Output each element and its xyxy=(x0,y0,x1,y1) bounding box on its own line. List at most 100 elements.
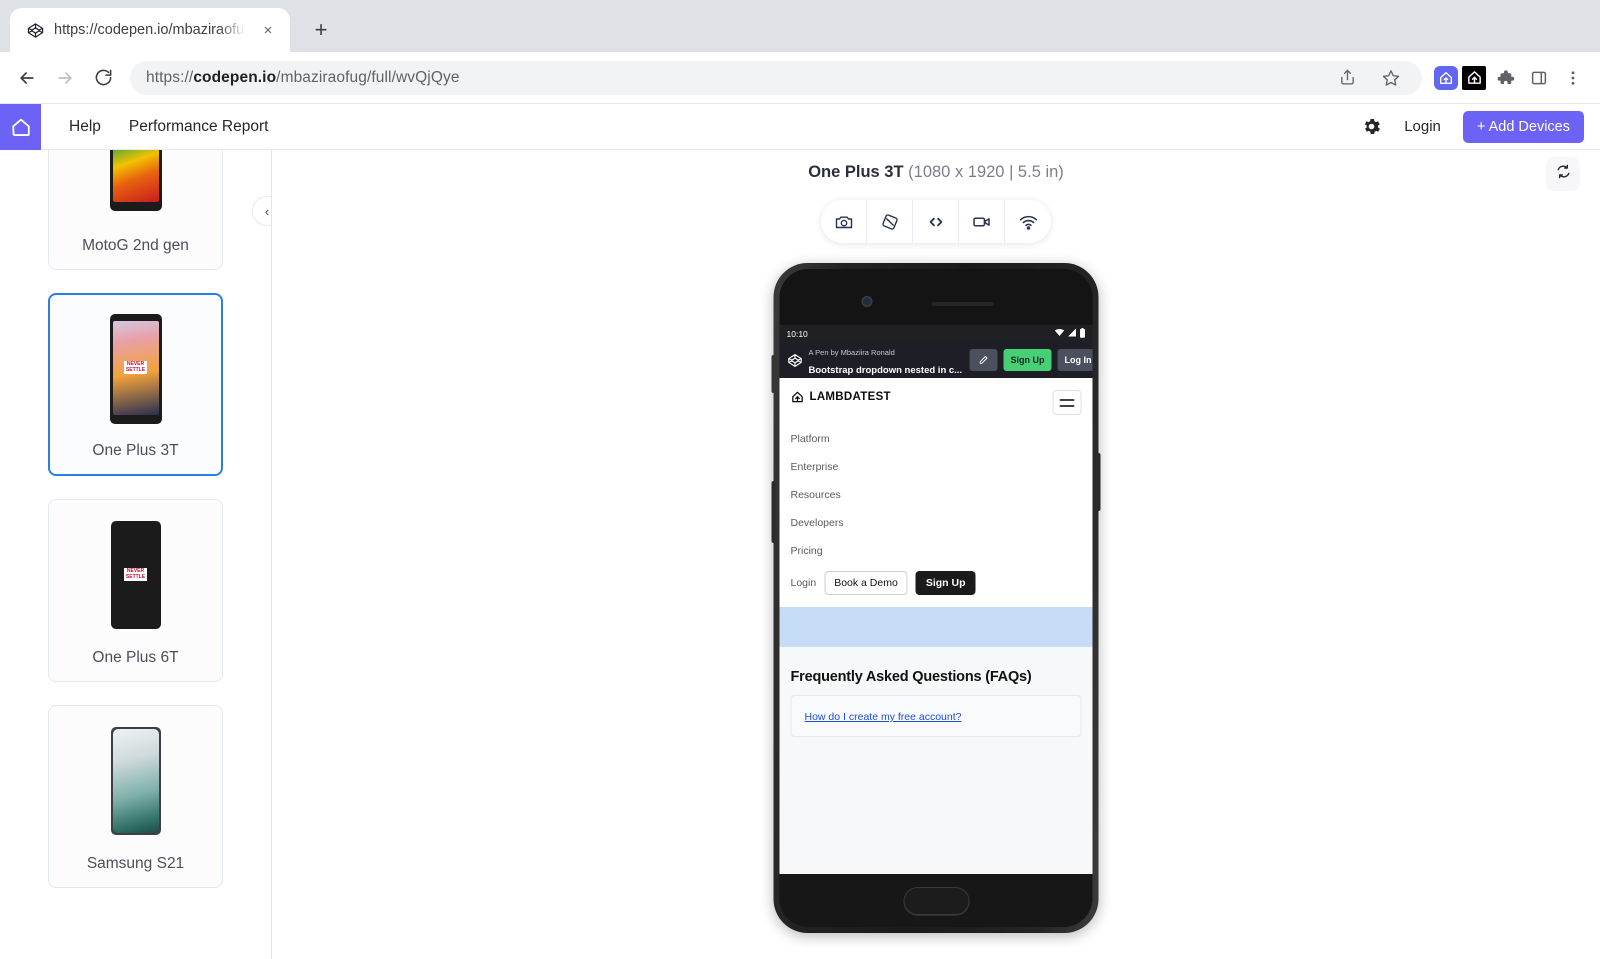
menu-item-developers[interactable]: Developers xyxy=(791,509,1082,537)
device-label: Samsung S21 xyxy=(86,855,185,872)
volume-button xyxy=(771,481,776,543)
book-a-demo-button[interactable]: Book a Demo xyxy=(824,571,908,595)
side-panel-icon[interactable] xyxy=(1524,63,1554,93)
site-navbar: LAMBDATEST xyxy=(780,378,1093,415)
codepen-login-button[interactable]: Log In xyxy=(1057,349,1093,371)
battery-icon xyxy=(1080,327,1086,340)
browser-tab[interactable]: https://codepen.io/mbaziraofug × xyxy=(10,8,290,52)
device-card-one-plus-6t[interactable]: NEVER SETTLE One Plus 6T xyxy=(48,499,223,682)
lambdatest-page: LAMBDATEST Platform Enterprise Resources… xyxy=(779,378,1093,874)
codepen-header-bar: A Pen by Mbaziira Ronald Bootstrap dropd… xyxy=(779,342,1093,378)
codepen-author: A Pen by Mbaziira Ronald xyxy=(808,348,895,357)
header-link-help[interactable]: Help xyxy=(55,104,115,150)
app-header: Help Performance Report Login + Add Devi… xyxy=(0,103,1600,150)
signal-icon xyxy=(1068,328,1077,339)
add-devices-button[interactable]: + Add Devices xyxy=(1462,110,1584,143)
sidebar-collapse-button[interactable]: ‹ xyxy=(252,196,271,226)
header-link-performance-report[interactable]: Performance Report xyxy=(115,104,283,150)
device-toolbar xyxy=(821,200,1051,243)
menu-item-pricing[interactable]: Pricing xyxy=(791,537,1082,565)
menu-item-resources[interactable]: Resources xyxy=(791,481,1082,509)
share-icon[interactable] xyxy=(1332,63,1362,93)
device-mockup: 10:10 A Pen by Mbaziira Ronald Bootstrap… xyxy=(771,263,1101,933)
codepen-icon xyxy=(26,21,44,39)
site-auth-row: Login Book a Demo Sign Up xyxy=(780,565,1093,607)
codepen-pen-meta: A Pen by Mbaziira Ronald Bootstrap dropd… xyxy=(809,342,964,378)
highlight-band xyxy=(779,607,1093,647)
device-label: One Plus 6T xyxy=(92,649,179,666)
page-title: One Plus 3T (1080 x 1920 | 5.5 in) xyxy=(808,163,1064,182)
page-filler xyxy=(779,771,1093,874)
home-button[interactable] xyxy=(903,886,969,915)
codepen-signup-button[interactable]: Sign Up xyxy=(1003,349,1052,371)
power-button xyxy=(1096,453,1101,511)
codepen-icon xyxy=(788,353,803,368)
rotate-icon[interactable] xyxy=(867,200,913,243)
device-top-bezel xyxy=(779,269,1093,325)
device-thumbnail xyxy=(49,150,222,237)
lambdatest-logo[interactable]: LAMBDATEST xyxy=(791,390,891,404)
tab-strip: https://codepen.io/mbaziraofug × + xyxy=(0,0,1600,52)
header-login-link[interactable]: Login xyxy=(1404,118,1441,135)
status-time: 10:10 xyxy=(786,328,808,339)
site-signup-button[interactable]: Sign Up xyxy=(915,571,976,595)
stage-device-spec: (1080 x 1920 | 5.5 in) xyxy=(908,163,1064,181)
device-card-samsung-s21[interactable]: Samsung S21 xyxy=(48,705,223,888)
chrome-menu-icon[interactable] xyxy=(1558,63,1588,93)
browser-toolbar: https://codepen.io/mbaziraofug/full/wvQj… xyxy=(0,52,1600,104)
device-sidebar[interactable]: MotoG 2nd gen NEVER SETTLE One Plus 3T N… xyxy=(0,150,272,959)
omnibox-actions xyxy=(1332,63,1406,93)
wifi-icon xyxy=(1054,328,1065,339)
url-text: https://codepen.io/mbaziraofug/full/wvQj… xyxy=(146,68,460,86)
site-menu: Platform Enterprise Resources Developers… xyxy=(780,415,1093,565)
device-thumbnail xyxy=(49,706,222,855)
front-camera-icon xyxy=(861,296,873,307)
faq-section: Frequently Asked Questions (FAQs) How do… xyxy=(779,647,1093,772)
device-stage: One Plus 3T (1080 x 1920 | 5.5 in) 10:10… xyxy=(272,150,1600,959)
lambdatest-logo-text: LAMBDATEST xyxy=(809,391,891,403)
device-frame: 10:10 A Pen by Mbaziira Ronald Bootstrap… xyxy=(779,269,1093,927)
device-thumbnail: NEVER SETTLE xyxy=(49,500,222,649)
lambdatest-app-icon[interactable] xyxy=(1462,65,1486,90)
main-body: MotoG 2nd gen NEVER SETTLE One Plus 3T N… xyxy=(0,150,1600,959)
device-label: MotoG 2nd gen xyxy=(82,237,189,254)
device-screen[interactable]: 10:10 A Pen by Mbaziira Ronald Bootstrap… xyxy=(779,325,1093,874)
tab-title: https://codepen.io/mbaziraofug xyxy=(54,22,246,38)
faq-item[interactable]: How do I create my free account? xyxy=(790,695,1082,737)
lambdatest-extension-icon[interactable] xyxy=(1434,65,1458,90)
screenshot-icon[interactable] xyxy=(821,200,867,243)
device-card-motog-2nd-gen[interactable]: MotoG 2nd gen xyxy=(48,150,223,270)
network-wifi-icon[interactable] xyxy=(1005,200,1051,243)
alert-slider xyxy=(771,355,776,393)
back-button[interactable] xyxy=(10,61,44,95)
header-right-group: Login + Add Devices xyxy=(1360,110,1600,143)
close-icon[interactable]: × xyxy=(256,18,280,42)
menu-item-platform[interactable]: Platform xyxy=(791,425,1082,453)
device-label: One Plus 3T xyxy=(92,442,179,459)
device-bottom-bezel xyxy=(779,874,1093,927)
site-login-link[interactable]: Login xyxy=(791,577,817,589)
device-thumbnail: NEVER SETTLE xyxy=(50,295,221,442)
record-video-icon[interactable] xyxy=(959,200,1005,243)
reload-button[interactable] xyxy=(86,61,120,95)
menu-item-enterprise[interactable]: Enterprise xyxy=(791,453,1082,481)
home-icon[interactable] xyxy=(0,103,41,150)
stage-device-name: One Plus 3T xyxy=(808,163,904,181)
devtools-code-icon[interactable] xyxy=(913,200,959,243)
status-icons xyxy=(1054,327,1086,340)
earpiece-speaker xyxy=(931,302,994,306)
codepen-edit-button[interactable] xyxy=(969,349,998,371)
bookmark-star-icon[interactable] xyxy=(1376,63,1406,93)
faq-title: Frequently Asked Questions (FAQs) xyxy=(790,669,1032,685)
android-status-bar: 10:10 xyxy=(779,325,1093,342)
chevron-left-icon: ‹ xyxy=(264,203,270,219)
refresh-session-button[interactable] xyxy=(1546,157,1580,191)
hamburger-menu-icon[interactable] xyxy=(1052,390,1082,415)
device-card-one-plus-3t[interactable]: NEVER SETTLE One Plus 3T xyxy=(48,293,223,476)
gear-icon[interactable] xyxy=(1360,116,1382,138)
address-bar[interactable]: https://codepen.io/mbaziraofug/full/wvQj… xyxy=(130,60,1422,95)
new-tab-button[interactable]: + xyxy=(304,13,338,47)
faq-question-link[interactable]: How do I create my free account? xyxy=(805,711,962,723)
forward-button[interactable] xyxy=(48,61,82,95)
extensions-puzzle-icon[interactable] xyxy=(1490,63,1520,93)
